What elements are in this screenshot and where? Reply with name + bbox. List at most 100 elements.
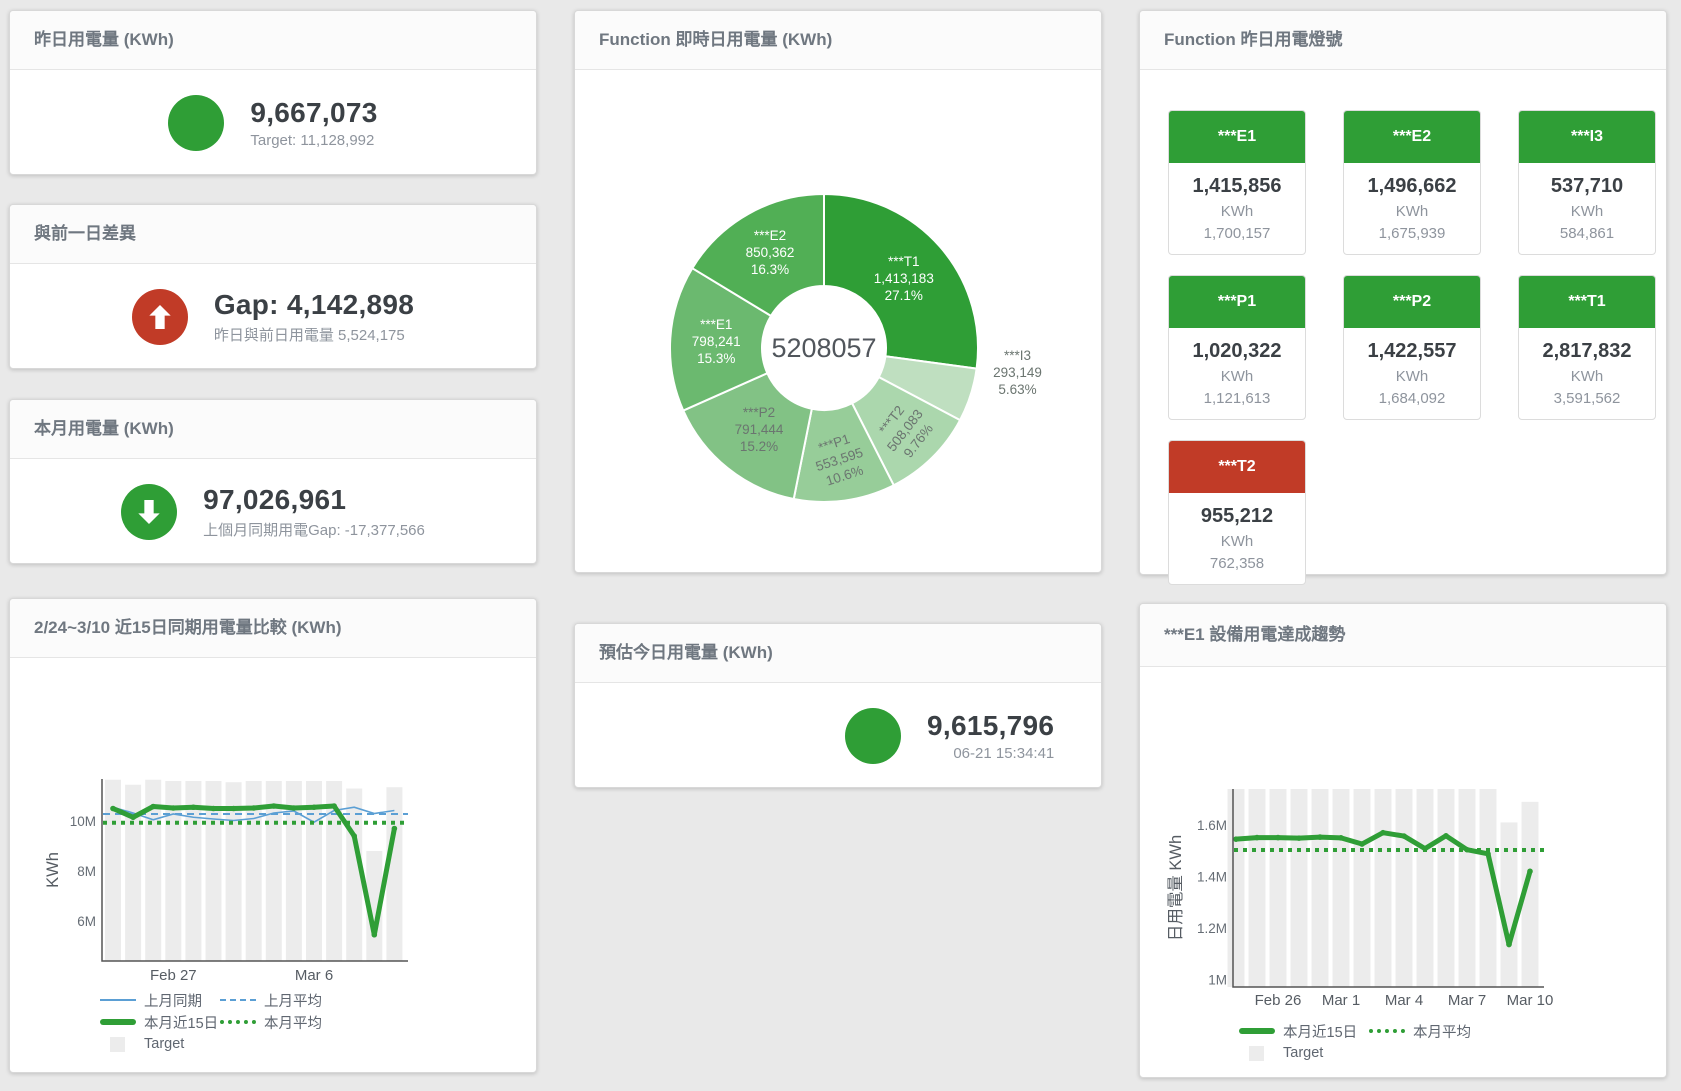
status-circle-icon	[121, 484, 177, 540]
legend-item-last-month-same[interactable]: 上月同期	[100, 990, 220, 1011]
card-title: 與前一日差異	[10, 205, 536, 264]
trend-legend: 本月近15日 本月平均 Target	[1239, 1020, 1489, 1064]
tile-label: ***P1	[1169, 276, 1305, 328]
card-title: Function 即時日用電量 (KWh)	[575, 11, 1101, 70]
card-realtime-donut: Function 即時日用電量 (KWh) ***T11,413,18327.1…	[574, 10, 1102, 573]
month-value: 97,026,961	[203, 484, 425, 516]
legend-label: 本月近15日	[1283, 1021, 1357, 1042]
tile-target: 1,675,939	[1348, 225, 1476, 242]
svg-text:KWh: KWh	[44, 852, 62, 888]
svg-text:1M: 1M	[1208, 972, 1227, 987]
svg-text:Mar 4: Mar 4	[1385, 992, 1423, 1009]
svg-text:1.4M: 1.4M	[1197, 869, 1227, 884]
dashed-line-swatch-icon	[220, 999, 256, 1001]
svg-text:日用電量 KWh: 日用電量 KWh	[1167, 835, 1185, 941]
tile-label: ***T2	[1169, 441, 1305, 493]
card-status-lights: Function 昨日用電燈號 ***E1 1,415,856 KWh 1,70…	[1139, 10, 1667, 575]
card-title: 昨日用電量 (KWh)	[10, 11, 536, 70]
tile-label: ***E1	[1169, 111, 1305, 163]
legend-item-this-month-avg[interactable]: 本月平均	[220, 1012, 340, 1033]
svg-text:6M: 6M	[77, 914, 96, 929]
estimate-value: 9,615,796	[927, 710, 1054, 742]
card-title: Function 昨日用電燈號	[1140, 11, 1666, 70]
compare-legend: 上月同期 上月平均 本月近15日 本月平均	[100, 989, 340, 1055]
svg-text:10M: 10M	[70, 814, 96, 829]
legend-label: 本月平均	[1413, 1021, 1471, 1042]
light-tile-t2[interactable]: ***T2 955,212 KWh 762,358	[1168, 440, 1306, 585]
legend-item-target[interactable]: Target	[1239, 1045, 1359, 1061]
light-tile-p1[interactable]: ***P1 1,020,322 KWh 1,121,613	[1168, 275, 1306, 420]
legend-item-last-month-avg[interactable]: 上月平均	[220, 990, 340, 1011]
line-swatch-icon	[100, 999, 136, 1001]
tile-value: 1,020,322	[1173, 340, 1301, 363]
card-estimate-today: 預估今日用電量 (KWh) 9,615,796 06-21 15:34:41	[574, 623, 1102, 788]
dashboard: 昨日用電量 (KWh) 9,667,073 Target: 11,128,992…	[0, 0, 1681, 1091]
trend-chart-svg: 1M 1.2M 1.4M 1.6M Feb 26 Mar 1 Mar 4 Mar 7 Mar 1…	[1140, 667, 1668, 1015]
light-tile-i3[interactable]: ***I3 537,710 KWh 584,861	[1518, 110, 1656, 255]
svg-text:1.6M: 1.6M	[1197, 818, 1227, 833]
yesterday-value: 9,667,073	[250, 97, 377, 129]
light-tile-t1[interactable]: ***T1 2,817,832 KWh 3,591,562	[1518, 275, 1656, 420]
legend-item-this-month-15d[interactable]: 本月近15日	[100, 1012, 220, 1033]
card-title: 2/24~3/10 近15日同期用電量比較 (KWh)	[10, 599, 536, 658]
tile-target: 3,591,562	[1523, 390, 1651, 407]
thick-line-swatch-icon	[100, 1019, 136, 1025]
gap-value: Gap: 4,142,898	[214, 289, 414, 321]
light-tile-e2[interactable]: ***E2 1,496,662 KWh 1,675,939	[1343, 110, 1481, 255]
stat-body: Gap: 4,142,898 昨日與前日用電量 5,524,175	[10, 264, 536, 369]
card-month-usage: 本月用電量 (KWh) 97,026,961 上個月同期用電Gap: -17,3…	[9, 399, 537, 564]
tile-unit: KWh	[1173, 368, 1301, 385]
donut-center-total: 5208057	[771, 333, 876, 363]
legend-label: 上月平均	[264, 990, 322, 1011]
legend-label: 本月平均	[264, 1012, 322, 1033]
stat-body: 97,026,961 上個月同期用電Gap: -17,377,566	[10, 459, 536, 564]
thick-line-swatch-icon	[1239, 1028, 1275, 1034]
tile-unit: KWh	[1173, 203, 1301, 220]
yesterday-target: Target: 11,128,992	[250, 132, 377, 149]
status-circle-icon	[132, 289, 188, 345]
card-title: 預估今日用電量 (KWh)	[575, 624, 1101, 683]
tile-unit: KWh	[1523, 203, 1651, 220]
svg-text:1.2M: 1.2M	[1197, 921, 1227, 936]
tile-target: 1,700,157	[1173, 225, 1301, 242]
arrow-down-icon	[133, 496, 165, 528]
light-tile-p2[interactable]: ***P2 1,422,557 KWh 1,684,092	[1343, 275, 1481, 420]
light-tile-e1[interactable]: ***E1 1,415,856 KWh 1,700,157	[1168, 110, 1306, 255]
svg-text:Mar 10: Mar 10	[1507, 992, 1554, 1009]
svg-text:Feb 26: Feb 26	[1255, 992, 1302, 1009]
svg-text:Mar 1: Mar 1	[1322, 992, 1360, 1009]
legend-item-this-month-15d[interactable]: 本月近15日	[1239, 1021, 1369, 1042]
lights-grid: ***E1 1,415,856 KWh 1,700,157 ***E2 1,49…	[1140, 70, 1666, 585]
tile-value: 537,710	[1523, 175, 1651, 198]
card-title: 本月用電量 (KWh)	[10, 400, 536, 459]
tile-unit: KWh	[1173, 533, 1301, 550]
svg-text:8M: 8M	[77, 864, 96, 879]
svg-text:***I3293,1495.63%: ***I3293,1495.63%	[993, 348, 1042, 397]
legend-item-this-month-avg[interactable]: 本月平均	[1369, 1021, 1489, 1042]
tile-target: 1,121,613	[1173, 390, 1301, 407]
tile-target: 584,861	[1523, 225, 1651, 242]
tile-value: 1,496,662	[1348, 175, 1476, 198]
tile-value: 2,817,832	[1523, 340, 1651, 363]
tile-label: ***P2	[1344, 276, 1480, 328]
tile-value: 1,422,557	[1348, 340, 1476, 363]
card-title: ***E1 設備用電達成趨勢	[1140, 604, 1666, 667]
donut-chart-svg: ***T11,413,18327.1%***I3293,1495.63%***T…	[575, 70, 1103, 575]
gap-subtitle: 昨日與前日用電量 5,524,175	[214, 324, 414, 345]
status-circle-icon	[845, 708, 901, 764]
tile-unit: KWh	[1348, 203, 1476, 220]
dotted-line-swatch-icon	[220, 1020, 256, 1024]
arrow-up-icon	[144, 301, 176, 333]
tile-label: ***T1	[1519, 276, 1655, 328]
dotted-line-swatch-icon	[1369, 1029, 1405, 1033]
legend-item-target[interactable]: Target	[100, 1036, 220, 1052]
legend-label: Target	[1283, 1045, 1323, 1061]
status-circle-icon	[168, 95, 224, 151]
svg-text:Mar 7: Mar 7	[1448, 992, 1486, 1009]
stat-body: 9,667,073 Target: 11,128,992	[10, 70, 536, 175]
tile-label: ***I3	[1519, 111, 1655, 163]
tile-value: 955,212	[1173, 505, 1301, 528]
legend-label: Target	[144, 1036, 184, 1052]
svg-text:Mar 6: Mar 6	[295, 967, 333, 984]
card-compare-chart: 2/24~3/10 近15日同期用電量比較 (KWh) 6M8M10MFeb 2…	[9, 598, 537, 1073]
